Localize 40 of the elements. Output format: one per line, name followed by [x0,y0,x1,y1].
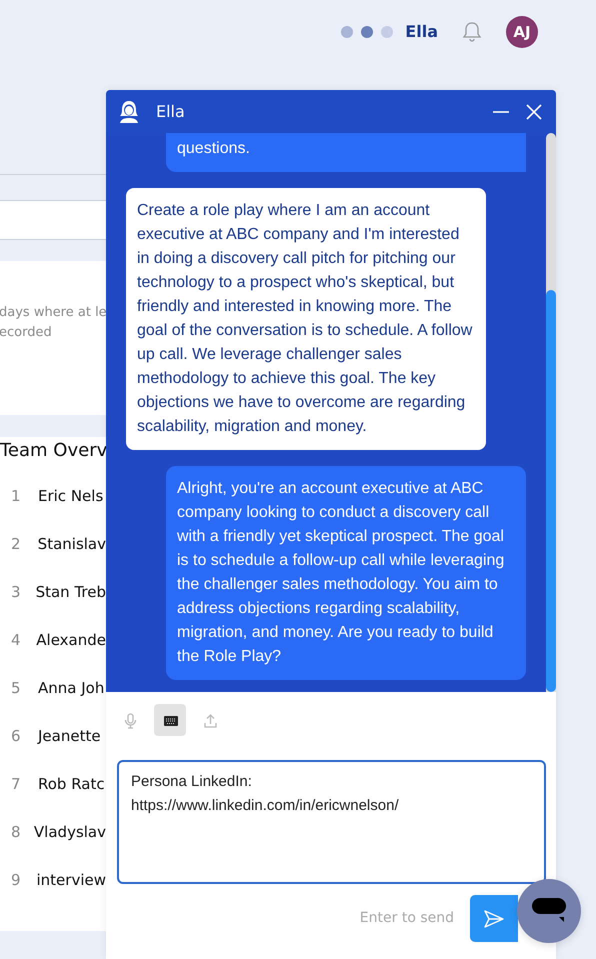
user-message: Create a role play where I am an account executive at ABC company and I'm interested in doing a discovery call pitch for pitching our technology to a prospect who's skeptical, but friendly and interested in knowing more. The goal of the conversation is to schedule. A follow up call. We leverage challenger sales methodology to achieve this goal. The key objections we have to overcome are regarding scalability, migration and money. [126,188,486,450]
row-rank: 8 [10,822,22,843]
chat-launcher-button[interactable] [517,879,581,943]
member-name[interactable]: Stanislav [38,532,106,556]
assistant-message: questions. [166,133,526,172]
upload-icon [202,712,218,728]
notification-bell-icon[interactable] [462,21,482,43]
send-icon [483,909,505,930]
member-name[interactable]: interview [36,868,106,892]
send-hint: Enter to send [360,909,454,928]
row-rank: 9 [10,870,22,891]
assistant-avatar-icon [118,100,140,124]
row-rank: 5 [10,678,22,699]
member-name[interactable]: Jeanette [38,724,101,748]
close-icon [526,104,542,120]
card-text: days where at le ecorded [0,304,106,342]
assistant-message: Alright, you're an account executive at ABC company looking to conduct a discovery call with a friendly yet skeptical prospect. The goal is to schedule a follow-up call while leveraging the challenger sales methodology. You aim to address objections regarding scalability, migration, and money. Are you ready to build the Role Play? [166,466,526,680]
send-button[interactable] [470,895,518,942]
assistant-name[interactable]: Ella [405,20,438,44]
member-name[interactable]: Anna Joh [38,676,104,700]
team-overview-title: Team Overv [0,439,106,463]
member-name[interactable]: Vladyslav [34,820,106,844]
row-rank: 7 [10,774,22,795]
member-name[interactable]: Alexande [36,628,106,652]
message-input[interactable]: Persona LinkedIn: https://www.linkedin.com/in/ericwnelson/ [117,760,546,884]
row-rank: 6 [10,726,22,747]
member-name[interactable]: Rob Ratc [38,772,105,796]
scrollbar[interactable] [546,133,556,692]
minimize-icon [492,111,510,114]
keyboard-button[interactable] [154,704,186,736]
row-rank: 1 [10,486,22,507]
row-rank: 4 [10,630,22,651]
chat-title: Ella [156,100,186,122]
row-rank: 3 [10,582,22,603]
typing-indicator [341,26,394,38]
member-name[interactable]: Stan Treb [36,580,106,604]
search-field[interactable] [0,200,106,240]
row-rank: 2 [10,534,22,555]
user-avatar[interactable]: AJ [506,16,538,48]
member-name[interactable]: Eric Nels [38,484,104,508]
